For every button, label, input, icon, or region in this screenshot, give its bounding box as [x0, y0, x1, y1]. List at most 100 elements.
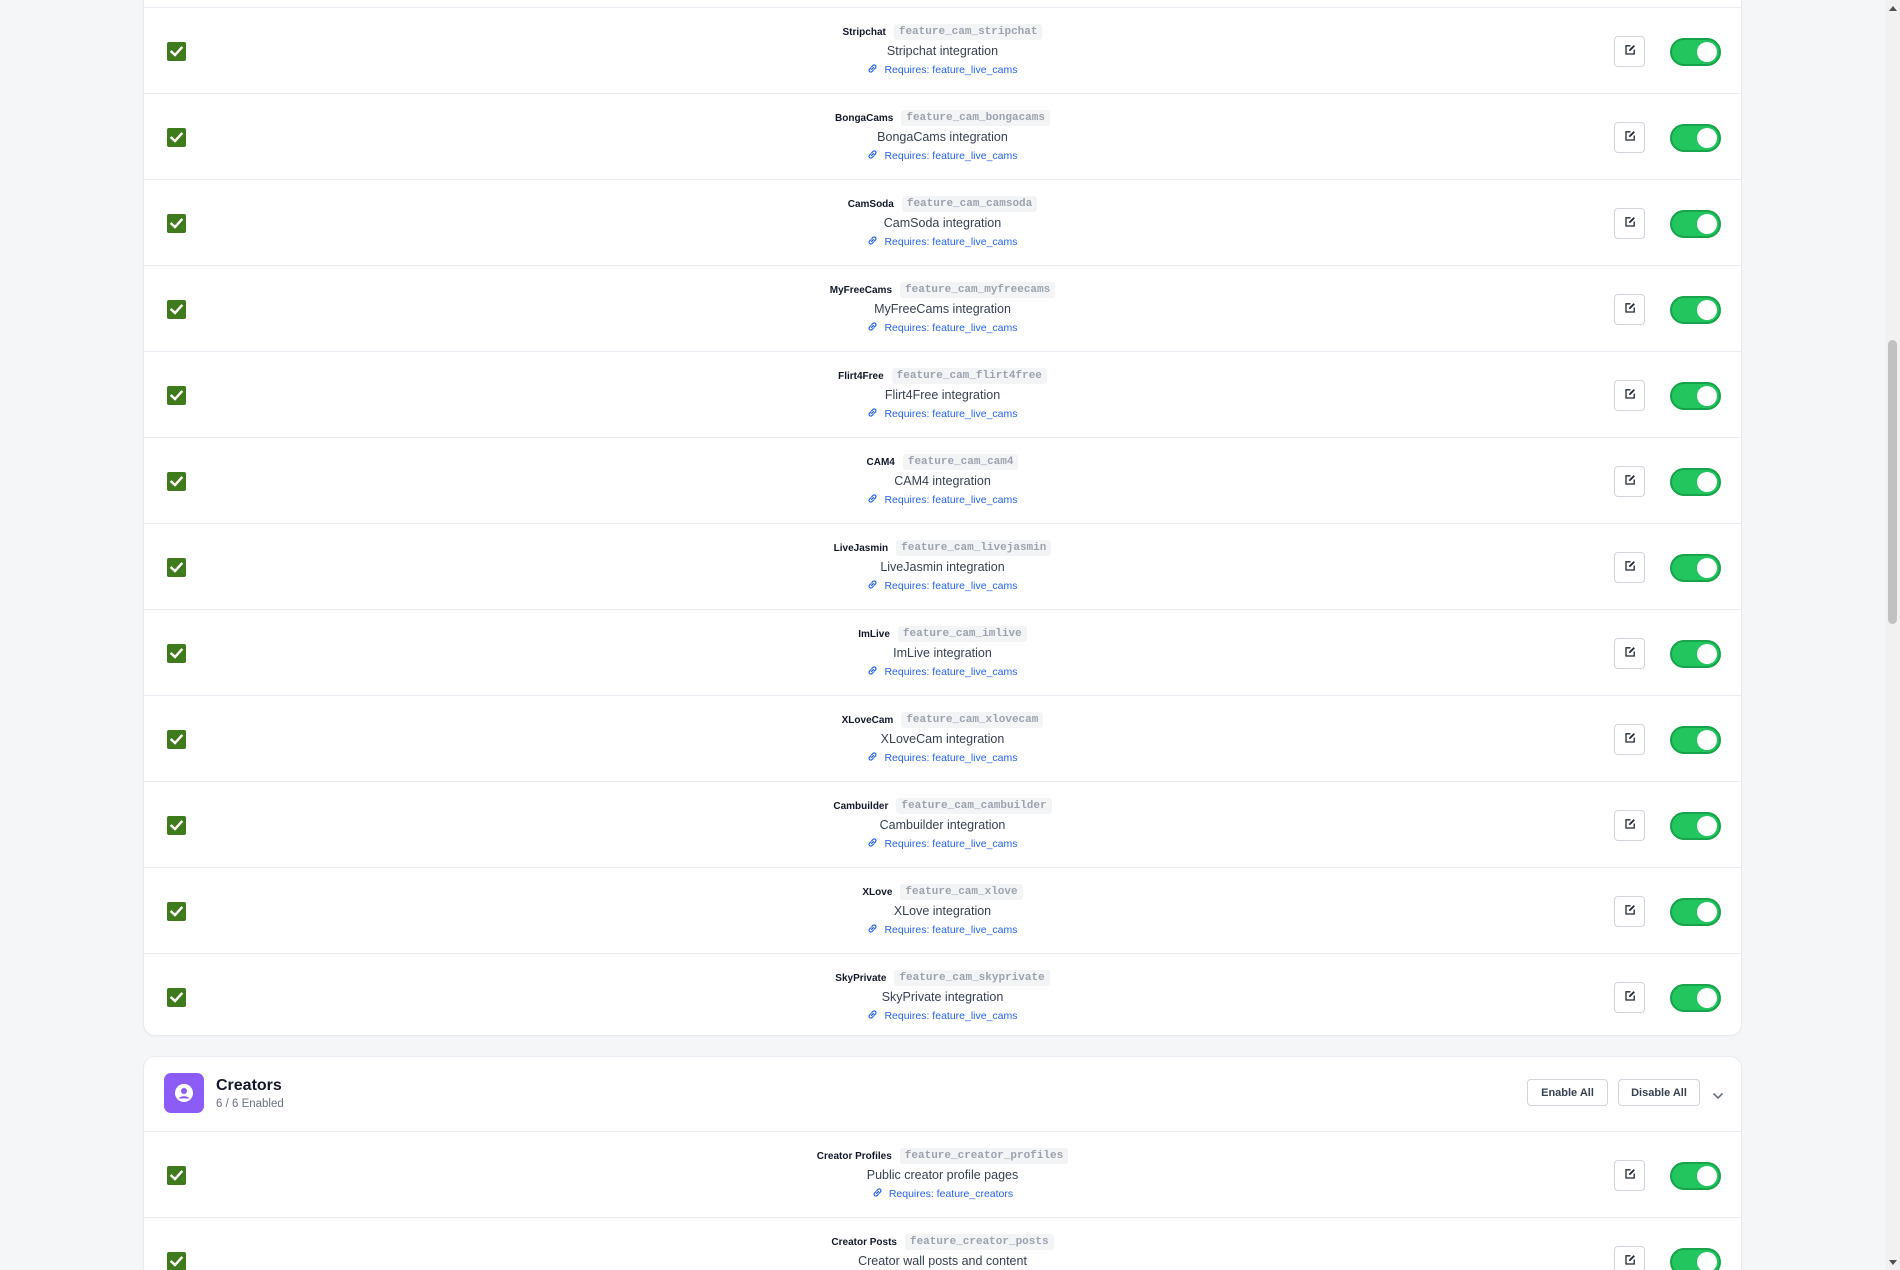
enable-toggle[interactable]: [1670, 382, 1721, 410]
edit-button[interactable]: [1614, 208, 1645, 239]
feature-row: XLoveCam feature_cam_xlovecam XLoveCam int…: [144, 695, 1741, 781]
edit-button[interactable]: [1614, 810, 1645, 841]
link-icon: [867, 493, 878, 507]
edit-icon: [1624, 731, 1636, 749]
requires-text[interactable]: Requires: feature_live_cams: [884, 408, 1017, 420]
enable-toggle[interactable]: [1670, 554, 1721, 582]
creators-card: Creators 6 / 6 Enabled Enable All Disabl…: [143, 1056, 1742, 1270]
edit-button[interactable]: [1614, 638, 1645, 669]
requires-text[interactable]: Requires: feature_live_cams: [884, 64, 1017, 76]
edit-button[interactable]: [1614, 1160, 1645, 1191]
feature-key: feature_cam_bongacams: [901, 110, 1050, 126]
requires-link[interactable]: Requires: feature_live_cams: [144, 922, 1741, 938]
feature-key: feature_creator_profiles: [899, 1148, 1069, 1164]
feature-key: feature_cam_imlive: [897, 626, 1027, 642]
enable-toggle[interactable]: [1670, 898, 1721, 926]
feature-flags-page: Stripchat feature_cam_stripchat Stripchat …: [0, 0, 1885, 1270]
requires-link[interactable]: Requires: feature_creators: [144, 1186, 1741, 1202]
enable-toggle[interactable]: [1670, 812, 1721, 840]
requires-text[interactable]: Requires: feature_live_cams: [884, 236, 1017, 248]
section-enabled-count: 6 / 6 Enabled: [216, 1098, 284, 1110]
enable-toggle[interactable]: [1670, 468, 1721, 496]
requires-link[interactable]: Requires: feature_live_cams: [144, 578, 1741, 594]
requires-link[interactable]: Requires: feature_live_cams: [144, 492, 1741, 508]
creators-section-header[interactable]: Creators 6 / 6 Enabled Enable All Disabl…: [144, 1057, 1741, 1131]
feature-info: ImLive feature_cam_imlive ImLive integrati…: [144, 625, 1741, 680]
requires-text[interactable]: Requires: feature_live_cams: [884, 1010, 1017, 1022]
edit-button[interactable]: [1614, 466, 1645, 497]
enable-toggle[interactable]: [1670, 1162, 1721, 1190]
feature-key: feature_cam_cam4: [902, 454, 1019, 470]
chevron-down-icon[interactable]: [1712, 1087, 1724, 1105]
feature-row: LiveJasmin feature_cam_livejasmin LiveJasm…: [144, 523, 1741, 609]
feature-row: CAM4 feature_cam_cam4 CAM4 integration Requ…: [144, 437, 1741, 523]
enable-all-button[interactable]: Enable All: [1527, 1079, 1608, 1106]
requires-link[interactable]: Requires: feature_live_cams: [144, 664, 1741, 680]
link-icon: [867, 923, 878, 937]
requires-link[interactable]: Requires: feature_live_cams: [144, 750, 1741, 766]
requires-link[interactable]: Requires: feature_live_cams: [144, 406, 1741, 422]
edit-button[interactable]: [1614, 896, 1645, 927]
feature-info: CamSoda feature_cam_camsoda CamSoda integr…: [144, 195, 1741, 250]
requires-link[interactable]: Requires: feature_live_cams: [144, 320, 1741, 336]
edit-button[interactable]: [1614, 122, 1645, 153]
feature-description: Flirt4Free integration: [884, 388, 1001, 402]
requires-text[interactable]: Requires: feature_live_cams: [884, 838, 1017, 850]
requires-link[interactable]: Requires: feature_live_cams: [144, 1008, 1741, 1024]
feature-info: SkyPrivate feature_cam_skyprivate SkyPriva…: [144, 969, 1741, 1024]
user-circle-icon: [164, 1073, 204, 1113]
edit-button[interactable]: [1614, 724, 1645, 755]
requires-text[interactable]: Requires: feature_live_cams: [884, 150, 1017, 162]
feature-key: feature_cam_skyprivate: [894, 970, 1050, 986]
feature-name: MyFreeCams: [829, 284, 893, 296]
edit-button[interactable]: [1614, 552, 1645, 583]
scrollbar-thumb[interactable]: [1888, 340, 1897, 624]
requires-link[interactable]: Requires: feature_live_cams: [144, 234, 1741, 250]
requires-link[interactable]: Requires: feature_live_cams: [144, 62, 1741, 78]
page-scrollbar[interactable]: [1885, 0, 1900, 1270]
edit-button[interactable]: [1614, 982, 1645, 1013]
feature-description: CamSoda integration: [883, 216, 1002, 230]
toggle-knob: [1697, 42, 1717, 62]
requires-text[interactable]: Requires: feature_live_cams: [884, 322, 1017, 334]
toggle-knob: [1697, 214, 1717, 234]
feature-row: MyFreeCams feature_cam_myfreecams MyFreeCa…: [144, 265, 1741, 351]
feature-row: Creator Posts feature_creator_posts Creato…: [144, 1217, 1741, 1270]
feature-description: BongaCams integration: [877, 130, 1008, 144]
toggle-knob: [1697, 300, 1717, 320]
scroll-down-arrow-icon[interactable]: [1885, 1255, 1900, 1270]
feature-description: Stripchat integration: [886, 44, 999, 58]
feature-key: feature_cam_flirt4free: [891, 368, 1047, 384]
edit-button[interactable]: [1614, 380, 1645, 411]
requires-link[interactable]: Requires: feature_live_cams: [144, 836, 1741, 852]
feature-key: feature_cam_stripchat: [893, 24, 1043, 40]
link-icon: [867, 235, 878, 249]
edit-button[interactable]: [1614, 294, 1645, 325]
enable-toggle[interactable]: [1670, 38, 1721, 66]
requires-text[interactable]: Requires: feature_creators: [889, 1188, 1013, 1200]
feature-info: Cambuilder feature_cam_cambuilder Cambuild…: [144, 797, 1741, 852]
enable-toggle[interactable]: [1670, 640, 1721, 668]
disable-all-button[interactable]: Disable All: [1618, 1079, 1700, 1106]
enable-toggle[interactable]: [1670, 726, 1721, 754]
requires-text[interactable]: Requires: feature_live_cams: [884, 580, 1017, 592]
requires-link[interactable]: Requires: feature_live_cams: [144, 148, 1741, 164]
feature-key: feature_creator_posts: [904, 1234, 1054, 1250]
scroll-up-arrow-icon[interactable]: [1885, 0, 1900, 15]
enable-toggle[interactable]: [1670, 210, 1721, 238]
requires-text[interactable]: Requires: feature_live_cams: [884, 666, 1017, 678]
edit-icon: [1624, 43, 1636, 61]
edit-button[interactable]: [1614, 1246, 1645, 1270]
requires-text[interactable]: Requires: feature_live_cams: [884, 924, 1017, 936]
feature-description: MyFreeCams integration: [874, 302, 1011, 316]
link-icon: [867, 321, 878, 335]
requires-text[interactable]: Requires: feature_live_cams: [884, 494, 1017, 506]
enable-toggle[interactable]: [1670, 984, 1721, 1012]
enable-toggle[interactable]: [1670, 296, 1721, 324]
requires-text[interactable]: Requires: feature_live_cams: [884, 752, 1017, 764]
edit-button[interactable]: [1614, 36, 1645, 67]
enable-toggle[interactable]: [1670, 124, 1721, 152]
edit-icon: [1624, 559, 1636, 577]
enable-toggle[interactable]: [1670, 1248, 1721, 1270]
edit-icon: [1624, 387, 1636, 405]
